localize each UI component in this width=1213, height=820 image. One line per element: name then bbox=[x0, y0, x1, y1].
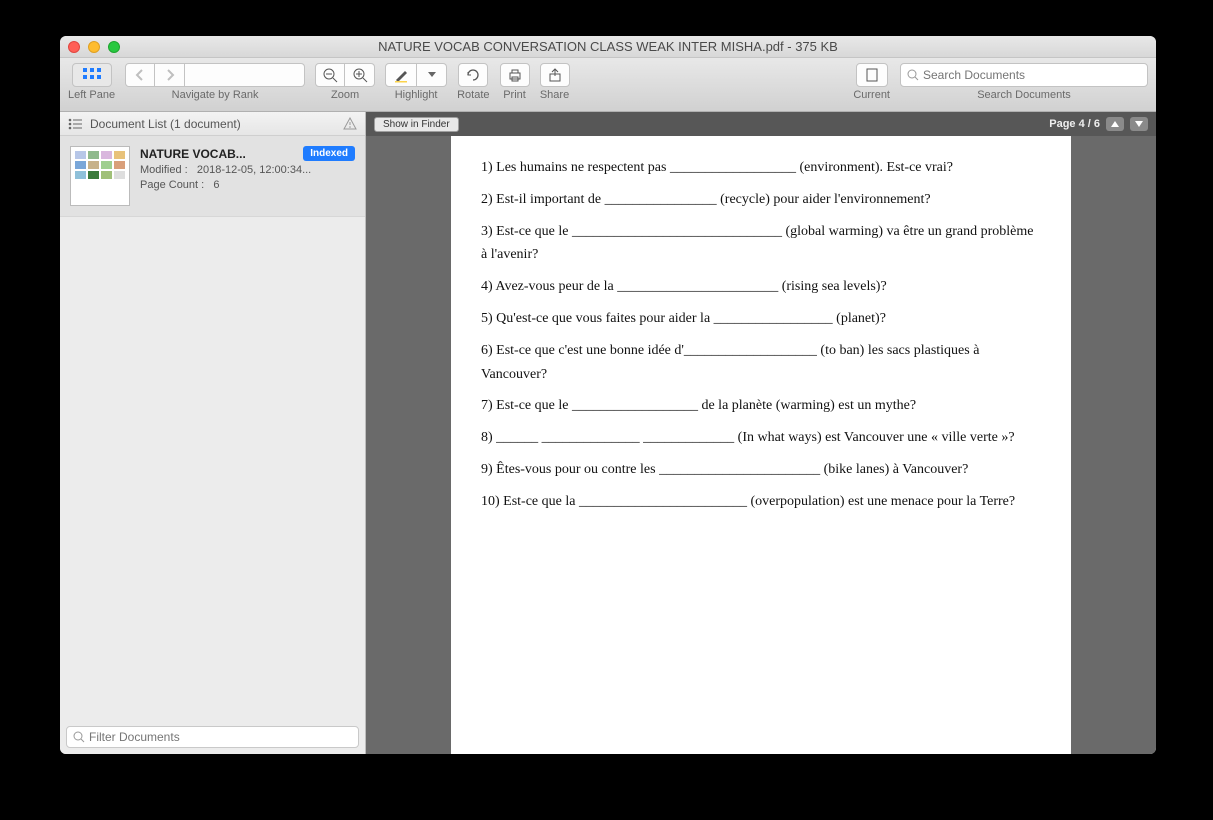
chevron-right-icon bbox=[165, 69, 175, 81]
left-pane-label: Left Pane bbox=[68, 89, 115, 101]
doc-line: 10) Est-ce que la ______________________… bbox=[481, 490, 1041, 514]
search-input[interactable] bbox=[923, 68, 1141, 82]
left-pane-toggle[interactable] bbox=[72, 63, 112, 87]
warning-icon[interactable] bbox=[343, 117, 357, 131]
zoom-out-button[interactable] bbox=[315, 63, 345, 87]
pagecount-label: Page Count : bbox=[140, 179, 204, 191]
document-viewer: Show in Finder Page 4 / 6 1) Les humains… bbox=[366, 112, 1156, 754]
print-button[interactable] bbox=[500, 63, 530, 87]
doc-line: 3) Est-ce que le _______________________… bbox=[481, 220, 1041, 268]
toolbar: Left Pane Navigate by Rank bbox=[60, 58, 1156, 112]
page-up-button[interactable] bbox=[1106, 117, 1124, 131]
highlight-menu-button[interactable] bbox=[417, 63, 447, 87]
doc-line: 2) Est-il important de ________________ … bbox=[481, 188, 1041, 212]
filter-input[interactable] bbox=[89, 730, 352, 744]
page-down-button[interactable] bbox=[1130, 117, 1148, 131]
doc-line: 6) Est-ce que c'est une bonne idée d'___… bbox=[481, 339, 1041, 387]
app-window: NATURE VOCAB CONVERSATION CLASS WEAK INT… bbox=[60, 36, 1156, 754]
title-bar: NATURE VOCAB CONVERSATION CLASS WEAK INT… bbox=[60, 36, 1156, 58]
sidebar: Document List (1 document) NATURE VOCAB.… bbox=[60, 112, 366, 754]
search-label: Search Documents bbox=[977, 89, 1071, 101]
triangle-up-icon bbox=[1111, 121, 1119, 127]
nav-back-button[interactable] bbox=[125, 63, 155, 87]
sidebar-header-text: Document List (1 document) bbox=[90, 117, 241, 131]
highlighter-icon bbox=[393, 67, 409, 83]
filter-documents-field[interactable] bbox=[66, 726, 359, 748]
rotate-button[interactable] bbox=[458, 63, 488, 87]
doc-line: 1) Les humains ne respectent pas _______… bbox=[481, 156, 1041, 180]
modified-label: Modified : bbox=[140, 164, 188, 176]
share-button[interactable] bbox=[540, 63, 570, 87]
print-label: Print bbox=[503, 89, 526, 101]
pagecount-value: 6 bbox=[213, 179, 219, 191]
modified-value: 2018-12-05, 12:00:34... bbox=[197, 164, 311, 176]
current-view-button[interactable] bbox=[856, 63, 888, 87]
search-icon bbox=[73, 731, 85, 743]
doc-line: 7) Est-ce que le __________________ de l… bbox=[481, 394, 1041, 418]
nav-rank-field[interactable] bbox=[185, 63, 305, 87]
rotate-label: Rotate bbox=[457, 89, 489, 101]
zoom-in-button[interactable] bbox=[345, 63, 375, 87]
share-label: Share bbox=[540, 89, 569, 101]
zoom-in-icon bbox=[352, 67, 368, 83]
content-area: Document List (1 document) NATURE VOCAB.… bbox=[60, 112, 1156, 754]
nav-forward-button[interactable] bbox=[155, 63, 185, 87]
document-meta: NATURE VOCAB... Indexed Modified : 2018-… bbox=[140, 146, 355, 206]
viewer-toolbar: Show in Finder Page 4 / 6 bbox=[366, 112, 1156, 136]
zoom-label: Zoom bbox=[331, 89, 359, 101]
document-list-item[interactable]: NATURE VOCAB... Indexed Modified : 2018-… bbox=[60, 136, 365, 217]
doc-line: 9) Êtes-vous pour ou contre les ________… bbox=[481, 458, 1041, 482]
search-documents-field[interactable] bbox=[900, 63, 1148, 87]
grid-icon bbox=[83, 68, 101, 82]
doc-line: 5) Qu'est-ce que vous faites pour aider … bbox=[481, 307, 1041, 331]
chevron-left-icon bbox=[135, 69, 145, 81]
sidebar-header: Document List (1 document) bbox=[60, 112, 365, 136]
indexed-badge: Indexed bbox=[303, 146, 355, 161]
list-icon bbox=[68, 118, 82, 130]
page-icon bbox=[865, 68, 879, 82]
close-window-button[interactable] bbox=[68, 41, 80, 53]
printer-icon bbox=[507, 67, 523, 83]
page-container[interactable]: 1) Les humains ne respectent pas _______… bbox=[366, 136, 1156, 754]
highlight-button[interactable] bbox=[385, 63, 417, 87]
current-label: Current bbox=[853, 89, 890, 101]
document-thumbnail bbox=[70, 146, 130, 206]
window-controls bbox=[68, 41, 120, 53]
search-icon bbox=[907, 69, 919, 81]
window-title: NATURE VOCAB CONVERSATION CLASS WEAK INT… bbox=[60, 39, 1156, 54]
triangle-down-icon bbox=[1135, 121, 1143, 127]
chevron-down-icon bbox=[428, 72, 436, 78]
share-icon bbox=[547, 67, 563, 83]
zoom-window-button[interactable] bbox=[108, 41, 120, 53]
navigate-label: Navigate by Rank bbox=[172, 89, 259, 101]
doc-line: 8) ______ ______________ _____________ (… bbox=[481, 426, 1041, 450]
page-indicator: Page 4 / 6 bbox=[1049, 118, 1100, 130]
minimize-window-button[interactable] bbox=[88, 41, 100, 53]
highlight-label: Highlight bbox=[395, 89, 438, 101]
rotate-icon bbox=[465, 67, 481, 83]
document-title: NATURE VOCAB... bbox=[140, 147, 246, 161]
show-in-finder-button[interactable]: Show in Finder bbox=[374, 117, 459, 132]
document-page: 1) Les humains ne respectent pas _______… bbox=[451, 136, 1071, 754]
zoom-out-icon bbox=[322, 67, 338, 83]
doc-line: 4) Avez-vous peur de la ________________… bbox=[481, 275, 1041, 299]
